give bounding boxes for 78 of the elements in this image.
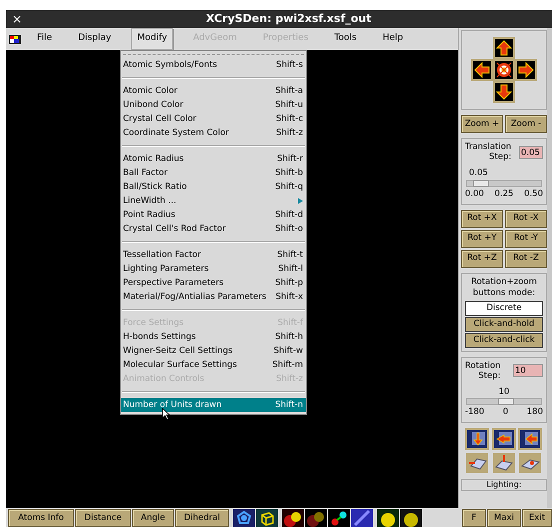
window-button[interactable]: Exit xyxy=(522,509,552,527)
toolbar-button[interactable]: Atoms Info xyxy=(8,509,74,527)
lighting-label: Lighting: xyxy=(486,480,522,490)
menu-item[interactable]: Help xyxy=(376,28,410,50)
menu-option[interactable]: Wigner-Seitz Cell Settings Shift-w xyxy=(121,344,306,358)
center-target-icon[interactable] xyxy=(493,59,515,81)
menu-option[interactable]: Atomic Symbols/Fonts Shift-s xyxy=(121,58,306,72)
menu-option[interactable]: Number of Units drawn Shift-n xyxy=(121,398,306,412)
menu-option[interactable]: Ball/Stick Ratio Shift-q xyxy=(121,180,306,194)
view-along-x-icon[interactable] xyxy=(465,428,489,450)
rotate-button[interactable]: Rot +X xyxy=(461,210,503,228)
menu-option[interactable]: Crystal Cell's Rod Factor Shift-o xyxy=(121,222,306,236)
rotate-button[interactable]: Rot +Z xyxy=(461,250,503,268)
rotate-button[interactable]: Rot -Y xyxy=(505,230,547,248)
toolbar-button[interactable]: Dihedral xyxy=(175,509,229,527)
menu-item[interactable]: Display xyxy=(72,28,118,50)
zoom-button[interactable]: Zoom + xyxy=(461,115,503,133)
menu-option[interactable]: Atomic Color Shift-a xyxy=(121,84,306,98)
rotate-button[interactable]: Rot -Z xyxy=(505,250,547,268)
mesh-spheres-icon[interactable] xyxy=(305,509,327,527)
slider-tick-label: 0 xyxy=(502,406,508,419)
mode-label: buttons mode: xyxy=(472,288,536,298)
mode-label: Rotation+zoom xyxy=(470,276,538,286)
slider-tick-label: 0.50 xyxy=(524,188,543,200)
mouse-cursor-icon xyxy=(162,408,170,420)
menu-item[interactable]: Modify xyxy=(131,28,174,50)
close-button[interactable]: × xyxy=(12,13,22,25)
mode-button[interactable]: Click-and-click xyxy=(465,332,543,348)
view-along-z-icon[interactable] xyxy=(518,428,542,450)
menu-option[interactable]: LineWidth ... xyxy=(121,194,306,208)
slider-tick-label: 0.00 xyxy=(465,188,484,200)
menu-option[interactable]: Ball Factor Shift-b xyxy=(121,166,306,180)
menu-option[interactable]: H-bonds Settings Shift-h xyxy=(121,330,306,344)
menu-option[interactable]: Material/Fog/Antialias Parameters Shift-x xyxy=(121,290,306,304)
rotate-button[interactable]: Rot -X xyxy=(505,210,547,228)
zoom-button[interactable]: Zoom - xyxy=(505,115,547,133)
window-title: XCrySDen: pwi2xsf.xsf_out xyxy=(206,10,372,27)
plane-view-icon[interactable] xyxy=(492,452,516,474)
menu-option[interactable]: Coordinate System Color Shift-z xyxy=(121,126,306,140)
menu-option[interactable]: Tessellation Factor Shift-t xyxy=(121,248,306,262)
stereo-glasses-icon[interactable] xyxy=(328,509,350,527)
menu-option[interactable]: Crystal Cell Color Shift-c xyxy=(121,112,306,126)
plane-view-icon[interactable] xyxy=(518,452,542,474)
slider-value: 10 xyxy=(498,386,510,398)
molecule-icon[interactable] xyxy=(233,509,255,527)
toolbar-button[interactable]: Distance xyxy=(75,509,131,527)
step-label: Translation xyxy=(465,142,512,152)
wireframe-cube-icon[interactable] xyxy=(256,509,278,527)
app-icon xyxy=(9,34,21,44)
step-label: Step: xyxy=(478,370,501,380)
step-label: Rotation xyxy=(465,360,501,370)
menu-option[interactable]: Lighting Parameters Shift-l xyxy=(121,262,306,276)
spheres-icon[interactable] xyxy=(282,509,304,527)
toolbar-button[interactable]: Angle xyxy=(132,509,174,527)
plane-view-icon[interactable] xyxy=(465,452,489,474)
view-along-y-icon[interactable] xyxy=(492,428,516,450)
mode-button[interactable]: Discrete xyxy=(465,300,543,316)
slider-tick-label: 0.25 xyxy=(494,188,514,200)
mode-button[interactable]: Click-and-hold xyxy=(465,316,543,332)
menu-item[interactable]: Tools xyxy=(328,28,363,50)
step-input-field[interactable]: 10 xyxy=(513,364,543,377)
slider-thumb[interactable] xyxy=(498,398,514,406)
slider-thumb[interactable] xyxy=(472,180,489,187)
menu-option[interactable]: Unibond Color Shift-u xyxy=(121,98,306,112)
rotate-button[interactable]: Rot +Y xyxy=(461,230,503,248)
window-button[interactable]: Maxi xyxy=(487,509,521,527)
menu-option[interactable]: Perspective Parameters Shift-p xyxy=(121,276,306,290)
window-button[interactable]: F xyxy=(462,509,486,527)
slider-tick-label: -180 xyxy=(465,406,484,419)
slider-value: 0.05 xyxy=(468,167,489,180)
menu-option[interactable]: Molecular Surface Settings Shift-m xyxy=(121,358,306,372)
menu-item[interactable]: File xyxy=(31,28,58,50)
step-label: Step: xyxy=(489,152,512,162)
menu-option[interactable]: Atomic Radius Shift-r xyxy=(121,152,306,166)
step-input-field[interactable]: 0.05 xyxy=(519,146,543,158)
menu-option[interactable]: Point Radius Shift-d xyxy=(121,208,306,222)
slider-tick-label: 180 xyxy=(526,406,543,419)
striped-tile-icon[interactable] xyxy=(351,509,373,527)
